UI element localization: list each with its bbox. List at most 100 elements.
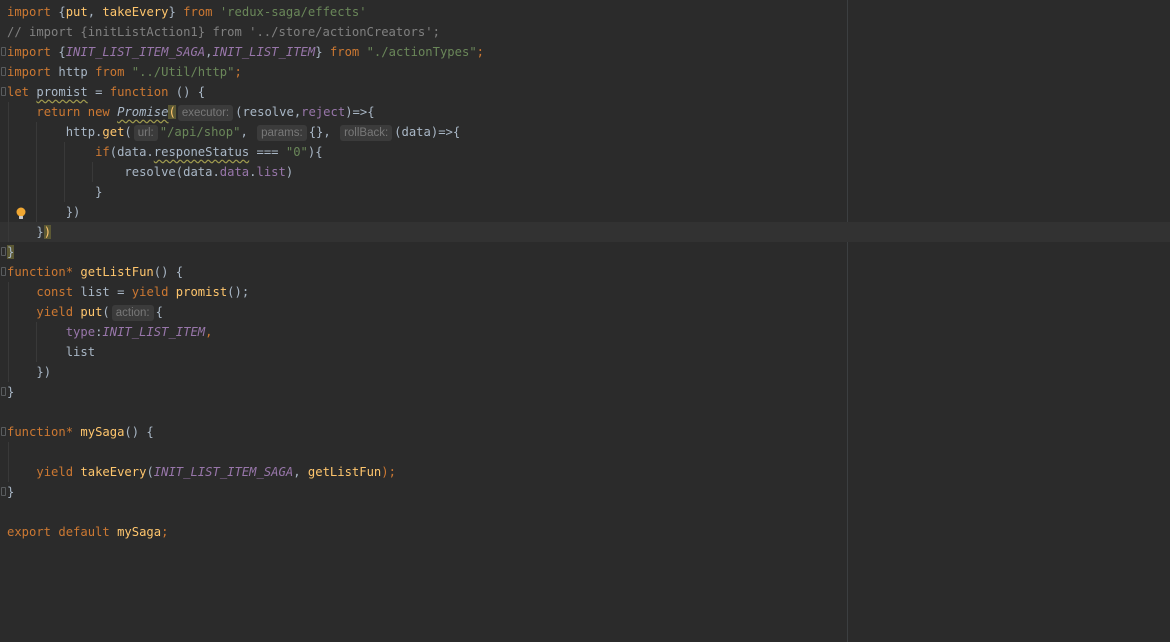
code-area[interactable]: import {put, takeEvery} from 'redux-saga… (0, 2, 1170, 542)
indent-guide (36, 342, 37, 362)
keyword: function (7, 425, 66, 439)
punctuation: , (240, 125, 256, 139)
brace: { (58, 45, 66, 59)
indent-guide (8, 322, 9, 342)
punctuation: , (205, 325, 213, 339)
brace: }) (36, 365, 52, 379)
indent-guide (8, 442, 9, 462)
params: (resolve, (235, 105, 302, 119)
code-line-6[interactable]: return new Promise(executor: (resolve,rej… (0, 102, 1170, 122)
fold-marker-icon[interactable] (1, 267, 6, 276)
punctuation: * (65, 425, 81, 439)
code-line-3[interactable]: import {INIT_LIST_ITEM_SAGA,INIT_LIST_IT… (0, 42, 1170, 62)
code-line-26[interactable] (0, 502, 1170, 522)
code-line-5[interactable]: let promist = function () { (0, 82, 1170, 102)
brace: } (7, 245, 15, 259)
constant: INIT_LIST_ITEM_SAGA (65, 45, 206, 59)
paren-match: ( (168, 105, 176, 119)
code-line-27[interactable]: export default mySaga; (0, 522, 1170, 542)
code-line-9[interactable]: resolve(data.data.list) (0, 162, 1170, 182)
fold-marker-icon[interactable] (1, 387, 6, 396)
keyword: function (109, 85, 176, 99)
code-line-25[interactable]: } (0, 482, 1170, 502)
indent-guide (8, 222, 9, 242)
code-line-21[interactable] (0, 402, 1170, 422)
constant: INIT_LIST_ITEM (212, 45, 316, 59)
keyword: export (7, 525, 59, 539)
code-line-10[interactable]: } (0, 182, 1170, 202)
code-editor[interactable]: import {put, takeEvery} from 'redux-saga… (0, 0, 1170, 642)
keyword: from (95, 65, 132, 79)
code-line-13[interactable]: } (0, 242, 1170, 262)
comment: // import {initListAction1} from '../sto… (7, 25, 440, 39)
identifier: getListFun (307, 465, 382, 479)
code-line-23[interactable] (0, 442, 1170, 462)
keyword: import (7, 65, 59, 79)
property: data (219, 165, 250, 179)
code-line-18[interactable]: list (0, 342, 1170, 362)
punctuation: . (249, 165, 257, 179)
indent-guide (8, 362, 9, 382)
keyword: return (36, 105, 88, 119)
fold-marker-icon[interactable] (1, 87, 6, 96)
code-line-19[interactable]: }) (0, 362, 1170, 382)
punctuation: ; (161, 525, 169, 539)
brace: } (7, 485, 15, 499)
function-call: promist (175, 285, 228, 299)
brace: } (315, 45, 330, 59)
brace: } (168, 5, 184, 19)
punctuation: () { (175, 85, 206, 99)
code-line-14[interactable]: function* getListFun() { (0, 262, 1170, 282)
identifier: http (58, 65, 96, 79)
lightbulb-icon[interactable] (15, 206, 27, 219)
brace: { (155, 305, 163, 319)
indent-guide (36, 122, 37, 142)
function-name: mySaga (80, 425, 125, 439)
keyword: yield (36, 305, 81, 319)
code-line-22[interactable]: function* mySaga() { (0, 422, 1170, 442)
fold-marker-icon[interactable] (1, 247, 6, 256)
identifier: takeEvery (102, 5, 169, 19)
punctuation: () { (124, 425, 154, 439)
string-literal: "0" (285, 145, 308, 159)
keyword: yield (36, 465, 81, 479)
string-literal: "./actionTypes" (366, 45, 477, 59)
keyword: from (329, 45, 367, 59)
code-line-17[interactable]: type:INIT_LIST_ITEM, (0, 322, 1170, 342)
code-line-16[interactable]: yield put(action:{ (0, 302, 1170, 322)
identifier: responeStatus (153, 145, 250, 159)
code-line-20[interactable]: } (0, 382, 1170, 402)
parameter-hint: executor: (177, 105, 234, 121)
code-line-12-current[interactable]: }) (0, 222, 1170, 242)
brace: }) (65, 205, 81, 219)
parameter-hint: action: (111, 305, 154, 321)
code-line-1[interactable]: import {put, takeEvery} from 'redux-saga… (0, 2, 1170, 22)
indent-guide (8, 302, 9, 322)
indent-guide (8, 202, 9, 222)
brace: } (95, 185, 103, 199)
fold-marker-icon[interactable] (1, 47, 6, 56)
code-line-7[interactable]: http.get(url: "/api/shop", params: {}, rol… (0, 122, 1170, 142)
brace: { (58, 5, 66, 19)
fold-marker-icon[interactable] (1, 487, 6, 496)
identifier: mySaga (117, 525, 162, 539)
object-literal: {} (308, 125, 324, 139)
parameter-hint: url: (133, 125, 158, 141)
indent-guide (8, 102, 9, 122)
punctuation: () { (153, 265, 184, 279)
keyword: yield (131, 285, 176, 299)
indent-guide (36, 182, 37, 202)
code-line-11[interactable]: }) (0, 202, 1170, 222)
code-line-2[interactable]: // import {initListAction1} from '../sto… (0, 22, 1170, 42)
fold-marker-icon[interactable] (1, 427, 6, 436)
operator: = (87, 85, 110, 99)
code-line-8[interactable]: if(data.responeStatus === "0"){ (0, 142, 1170, 162)
punctuation: ( (102, 305, 110, 319)
code-line-15[interactable]: const list = yield promist(); (0, 282, 1170, 302)
function-call: put (80, 305, 103, 319)
identifier: put (65, 5, 88, 19)
code-line-24[interactable]: yield takeEvery(INIT_LIST_ITEM_SAGA, get… (0, 462, 1170, 482)
fold-marker-icon[interactable] (1, 67, 6, 76)
code-line-4[interactable]: import http from "../Util/http"; (0, 62, 1170, 82)
parameter-hint: params: (257, 125, 307, 141)
